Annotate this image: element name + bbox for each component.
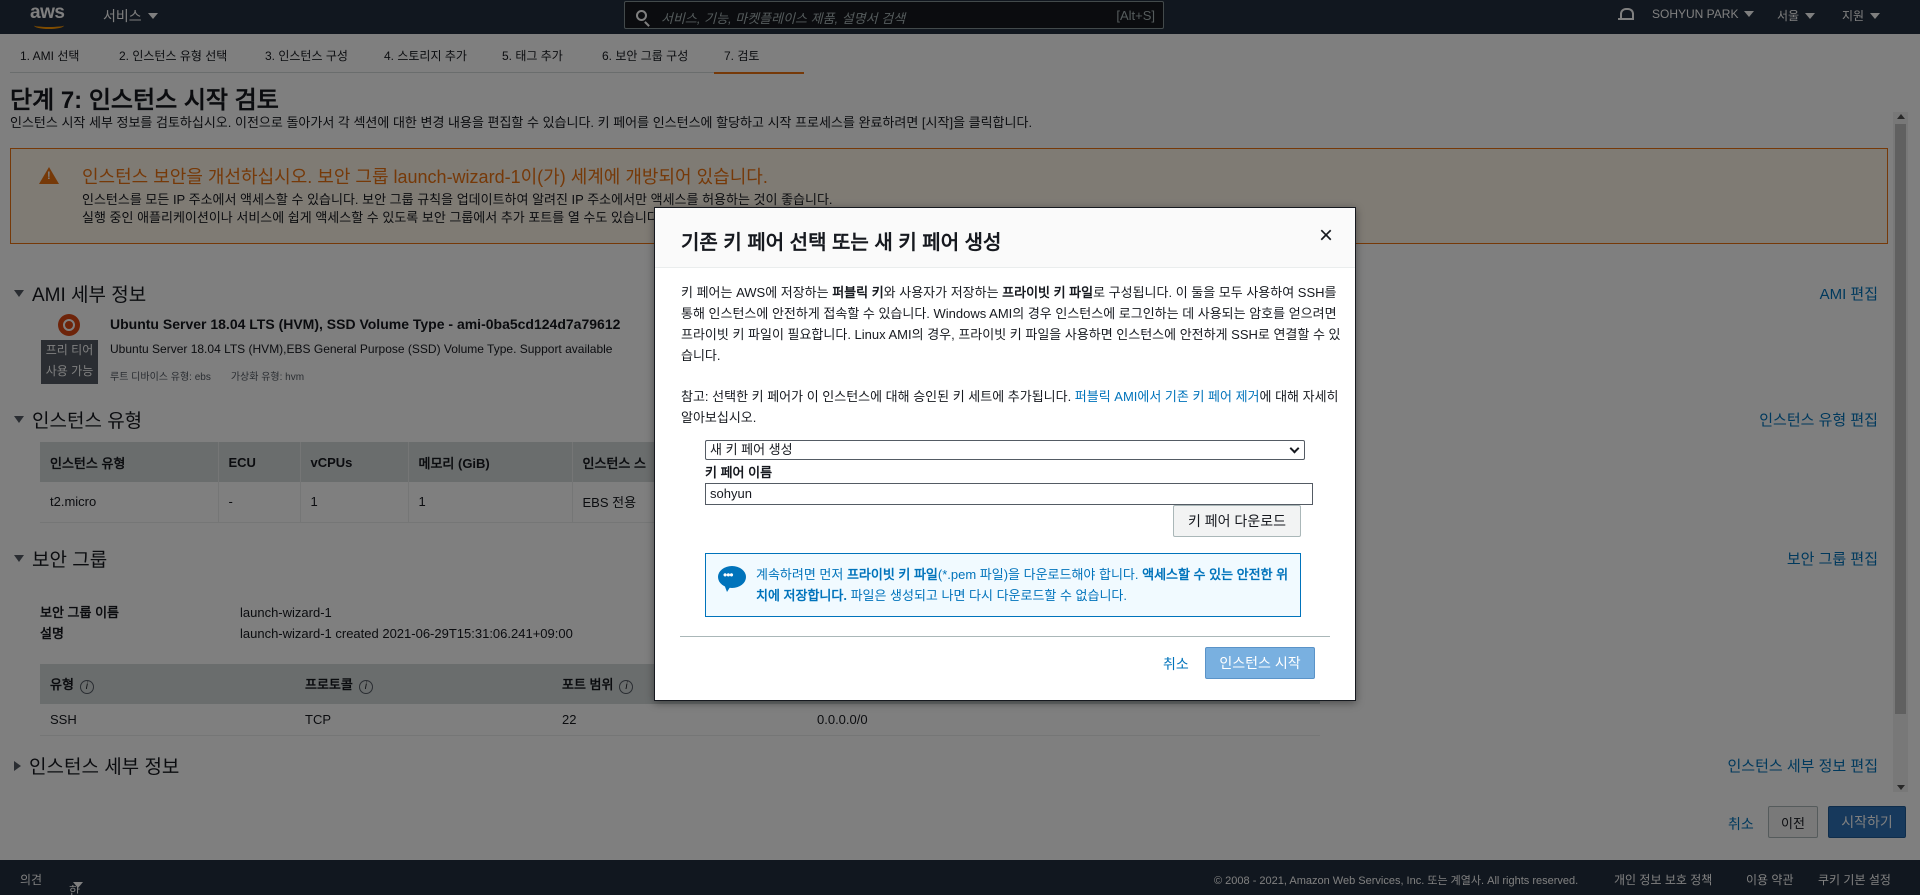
dialog-title: 기존 키 페어 선택 또는 새 키 페어 생성 [681, 232, 1002, 254]
key-pair-note: 참고: 선택한 키 페어가 이 인스턴스에 대해 승인된 키 세트에 추가됩니다… [681, 386, 1341, 428]
public-key-term: 퍼블릭 키 [832, 285, 884, 300]
key-pair-dialog: 기존 키 페어 선택 또는 새 키 페어 생성 × 키 페어는 AWS에 저장하… [654, 207, 1356, 701]
key-pair-name-input[interactable]: sohyun [705, 483, 1313, 505]
launch-instance-button[interactable]: 인스턴스 시작 [1205, 647, 1315, 679]
text-segment: 와 사용자가 저장하는 [883, 285, 1003, 300]
text-segment: 계속하려면 먼저 [756, 567, 847, 582]
text-segment: 참고: 선택한 키 페어가 이 인스턴스에 대해 승인된 키 세트에 추가됩니다… [681, 389, 1075, 404]
key-pair-name-label: 키 페어 이름 [705, 465, 773, 480]
text-segment: (*.pem 파일)을 다운로드해야 합니다. [937, 567, 1143, 582]
text-segment: 키 페어는 AWS에 저장하는 [681, 285, 833, 300]
key-pair-option-select[interactable]: 새 키 페어 생성 [705, 440, 1305, 460]
divider [680, 636, 1330, 637]
remove-key-pair-link[interactable]: 퍼블릭 AMI에서 기존 키 페어 제거 [1075, 389, 1260, 404]
download-key-pair-button[interactable]: 키 페어 다운로드 [1173, 505, 1301, 537]
dialog-cancel-button[interactable]: 취소 [1163, 654, 1189, 674]
download-info-box: 계속하려면 먼저 프라이빗 키 파일(*.pem 파일)을 다운로드해야 합니다… [705, 553, 1301, 617]
dialog-header: 기존 키 페어 선택 또는 새 키 페어 생성 × [655, 208, 1355, 268]
close-icon[interactable]: × [1319, 224, 1333, 248]
chat-bubble-icon [718, 566, 746, 592]
private-key-term: 프라이빗 키 파일 [1002, 285, 1094, 300]
chevron-down-icon [1289, 443, 1300, 454]
download-info-text: 계속하려면 먼저 프라이빗 키 파일(*.pem 파일)을 다운로드해야 합니다… [756, 564, 1296, 606]
key-pair-explanation: 키 페어는 AWS에 저장하는 퍼블릭 키와 사용자가 저장하는 프라이빗 키 … [681, 282, 1341, 366]
text-segment: 프라이빗 키 파일 [846, 567, 938, 582]
selected-option: 새 키 페어 생성 [710, 442, 793, 457]
text-segment: 파일은 생성되고 나면 다시 다운로드할 수 없습니다. [846, 588, 1128, 603]
